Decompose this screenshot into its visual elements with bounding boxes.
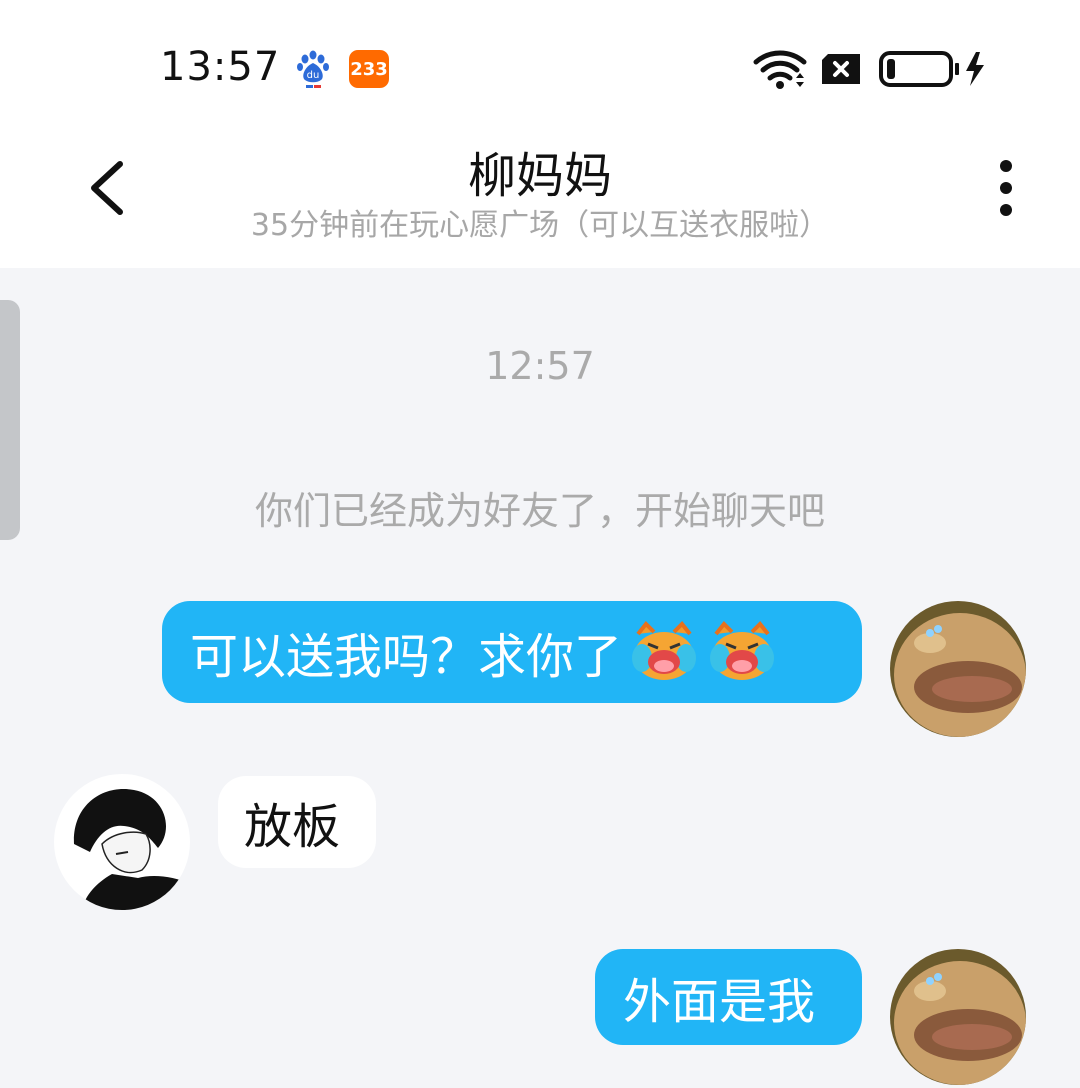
status-time: 13:57 [160,44,281,90]
my-avatar[interactable] [890,601,1026,737]
message-text: 放板 [244,799,341,855]
top-area: 13:57 du 233 柳妈妈 35分钟前在玩心愿广场（可以互送衣服啦） [0,0,1080,268]
contact-status: 35分钟前在玩心愿广场（可以互送衣服啦） [250,208,830,243]
svg-text:du: du [307,70,320,81]
more-options-button[interactable] [986,156,1026,220]
system-notice: 你们已经成为好友了，开始聊天吧 [254,489,825,533]
message-timestamp: 12:57 [485,344,595,388]
crying-face-emoji [632,621,697,680]
app-233-icon: 233 [349,50,389,88]
crying-face-emoji [710,621,775,680]
message-text: 外面是我 [623,974,816,1030]
outgoing-message-bubble[interactable]: 外面是我 [595,949,862,1045]
wifi-icon [753,50,807,89]
battery-charging-icon [879,51,984,87]
chat-title: 柳妈妈 [467,148,612,204]
baidu-icon: du [297,50,329,88]
contact-avatar[interactable] [54,774,190,910]
outgoing-message-bubble[interactable]: 可以送我吗？求你了 [162,601,862,703]
sim-off-icon [822,54,860,84]
incoming-message-bubble[interactable]: 放板 [218,776,376,868]
my-avatar[interactable] [890,949,1026,1085]
message-text: 可以送我吗？求你了 [190,629,623,685]
